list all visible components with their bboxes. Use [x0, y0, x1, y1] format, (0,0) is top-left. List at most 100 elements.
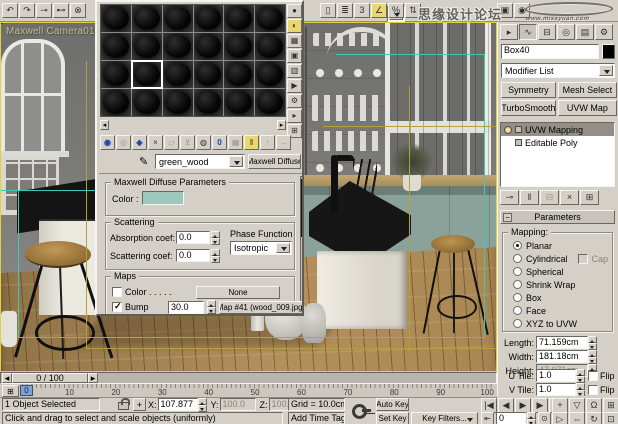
x-coordinate-field[interactable]: 107.877 [158, 398, 198, 411]
make-unique-stack-icon[interactable]: ⊟ [540, 190, 559, 205]
y-coordinate-field[interactable]: 100.0 [220, 398, 256, 411]
layer-manager-icon[interactable]: ≣ [337, 3, 353, 18]
modifier-set-button[interactable]: UVW Map [558, 100, 617, 116]
mapping-option-xyz-to-uvw[interactable]: XYZ to UVW [513, 317, 612, 330]
tab-utilities[interactable]: ⚙ [595, 24, 613, 40]
options-icon[interactable]: ⚙ [287, 94, 302, 108]
slot-scroll-left-icon[interactable]: ◂ [100, 120, 109, 130]
background-icon[interactable]: ▦ [287, 34, 302, 48]
radio-icon[interactable] [513, 319, 522, 328]
radio-icon[interactable] [513, 280, 522, 289]
material-sample-slot[interactable] [132, 33, 162, 60]
zoom-region-icon[interactable]: ⊞ [603, 398, 618, 413]
auto-key-button[interactable]: Auto Key [376, 398, 409, 411]
track-bar[interactable]: 0 102030405060708090100 [0, 384, 497, 398]
object-name-field[interactable]: Box40 [501, 44, 599, 59]
modifier-stack-item[interactable]: UVW Mapping [501, 123, 614, 136]
tab-create[interactable]: ▸ [500, 24, 518, 40]
frame-forward-button[interactable]: ▸ [88, 373, 98, 383]
params-scrollbar-thumb[interactable] [301, 179, 304, 237]
material-sample-slot[interactable] [163, 61, 193, 88]
material-sample-slot[interactable] [224, 33, 254, 60]
map-enable-checkbox[interactable] [112, 287, 122, 297]
angle-snap-icon[interactable]: ∠ [371, 3, 387, 18]
select-and-link-icon[interactable]: ⊸ [36, 3, 52, 18]
mapping-option-planar[interactable]: Planar [513, 239, 612, 252]
slot-scroll-right-icon[interactable]: ▸ [277, 120, 286, 130]
material-type-button[interactable]: Maxwell Diffuse [248, 154, 301, 169]
make-unique-icon[interactable]: ⊻ [180, 135, 195, 150]
map-slot-button[interactable]: None [219, 316, 303, 317]
maximize-viewport-icon[interactable]: ⊡ [603, 412, 618, 424]
absorption-field[interactable]: 0.0 [176, 231, 210, 244]
set-key-button[interactable]: Set Key [376, 412, 409, 424]
mapping-option-shrink-wrap[interactable]: Shrink Wrap [513, 278, 612, 291]
spinner[interactable] [576, 369, 585, 383]
params-scrollbar[interactable] [300, 176, 304, 316]
absorption-spinner[interactable] [211, 231, 220, 245]
material-sample-slot[interactable] [224, 89, 254, 116]
go-to-start-icon[interactable]: |◀ [481, 398, 497, 413]
spinner[interactable] [588, 336, 597, 350]
map-amount-field[interactable]: 1.0 [168, 316, 204, 317]
material-name-combo[interactable]: green_wood [155, 154, 245, 169]
unlink-selection-icon[interactable]: ⊷ [53, 3, 69, 18]
modifier-set-button[interactable]: TurboSmooth [501, 100, 556, 116]
dimension-field[interactable]: 71.159cm [536, 336, 588, 349]
tab-modify[interactable]: ∿ [519, 24, 537, 40]
next-frame-icon[interactable]: ▶ [532, 398, 548, 413]
material-sample-slot[interactable] [194, 33, 224, 60]
dimension-field[interactable]: 181.18cm [536, 350, 588, 363]
go-forward-to-sibling-icon[interactable]: → [276, 135, 291, 150]
material-sample-slot[interactable] [101, 61, 131, 88]
video-color-check-icon[interactable]: ▥ [287, 64, 302, 78]
map-slot-button[interactable]: None [196, 286, 280, 299]
flip-checkbox[interactable] [588, 371, 598, 381]
show-end-result-icon[interactable]: ‖ [244, 135, 259, 150]
redo-icon[interactable]: ↷ [19, 3, 35, 18]
absolute-offset-toggle-icon[interactable]: + [133, 398, 146, 411]
spinner-snap-icon[interactable]: ⇅ [405, 3, 421, 18]
show-end-result-stack-icon[interactable]: ‖ [520, 190, 539, 205]
tile-field[interactable]: 1.0 [536, 383, 576, 396]
mapping-option-box[interactable]: Box [513, 291, 612, 304]
orbit-camera-icon[interactable]: ↻ [586, 412, 602, 424]
material-sample-slot[interactable] [194, 61, 224, 88]
selection-lock-icon[interactable] [118, 402, 129, 410]
select-by-material-icon[interactable]: ▸ [287, 109, 302, 123]
pin-stack-icon[interactable]: ⊸ [500, 190, 519, 205]
spinner[interactable] [588, 350, 597, 364]
map-enable-checkbox[interactable] [112, 302, 122, 312]
material-sample-slot[interactable] [101, 5, 131, 32]
modifier-list-combo[interactable]: Modifier List [501, 63, 615, 78]
play-icon[interactable]: ▶ [515, 398, 531, 413]
material-sample-slot[interactable] [255, 5, 285, 32]
get-material-icon[interactable]: ◉ [100, 135, 115, 150]
collapse-icon[interactable]: − [503, 213, 512, 222]
radio-icon[interactable] [513, 293, 522, 302]
mapping-option-spherical[interactable]: Spherical [513, 265, 612, 278]
frame-back-button[interactable]: ◂ [2, 373, 12, 383]
material-sample-slot[interactable] [224, 61, 254, 88]
time-slider-track[interactable]: ◂ 0 / 100 ▸ [0, 372, 497, 384]
time-configuration-icon[interactable]: ⊙ [538, 412, 551, 424]
put-material-to-scene-icon[interactable]: ◎ [116, 135, 131, 150]
spinner[interactable] [576, 383, 585, 397]
scatter-field[interactable]: 0.0 [176, 249, 210, 262]
mapping-option-face[interactable]: Face [513, 304, 612, 317]
material-sample-slot[interactable] [163, 5, 193, 32]
configure-modifier-sets-icon[interactable]: ⊞ [580, 190, 599, 205]
mini-curve-editor-icon[interactable]: ⊞ [2, 385, 19, 397]
modifier-set-button[interactable]: Symmetry [501, 82, 556, 98]
reset-map-icon[interactable]: × [148, 135, 163, 150]
material-sample-slot[interactable] [163, 33, 193, 60]
material-sample-slot[interactable] [194, 5, 224, 32]
field-of-view-icon[interactable]: ▽ [569, 398, 585, 413]
snaps-toggle-icon[interactable]: 3 [354, 3, 370, 18]
current-frame-marker[interactable]: 0 [20, 385, 33, 396]
bind-to-space-warp-icon[interactable]: ⊗ [70, 3, 86, 18]
material-sample-slot[interactable] [255, 89, 285, 116]
material-sample-slot[interactable] [163, 89, 193, 116]
time-slider-thumb[interactable]: 0 / 100 [12, 373, 88, 383]
pick-material-icon[interactable]: ✎ [139, 155, 148, 168]
